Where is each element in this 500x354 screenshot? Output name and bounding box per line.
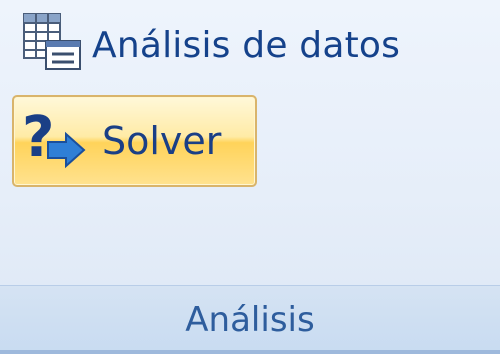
analysis-ribbon-group: Análisis de datos ? Solver Análisis [0,0,500,354]
solver-button[interactable]: ? Solver [12,95,257,187]
data-analysis-button[interactable]: Análisis de datos [20,8,408,82]
solver-label: Solver [102,119,222,163]
group-title: Análisis [185,300,315,340]
data-analysis-icon [20,11,86,79]
data-analysis-label: Análisis de datos [92,24,401,66]
solver-icon: ? [20,104,92,178]
group-bottom-border [0,350,500,354]
svg-text:?: ? [22,105,54,170]
group-title-bar: Análisis [0,285,500,354]
